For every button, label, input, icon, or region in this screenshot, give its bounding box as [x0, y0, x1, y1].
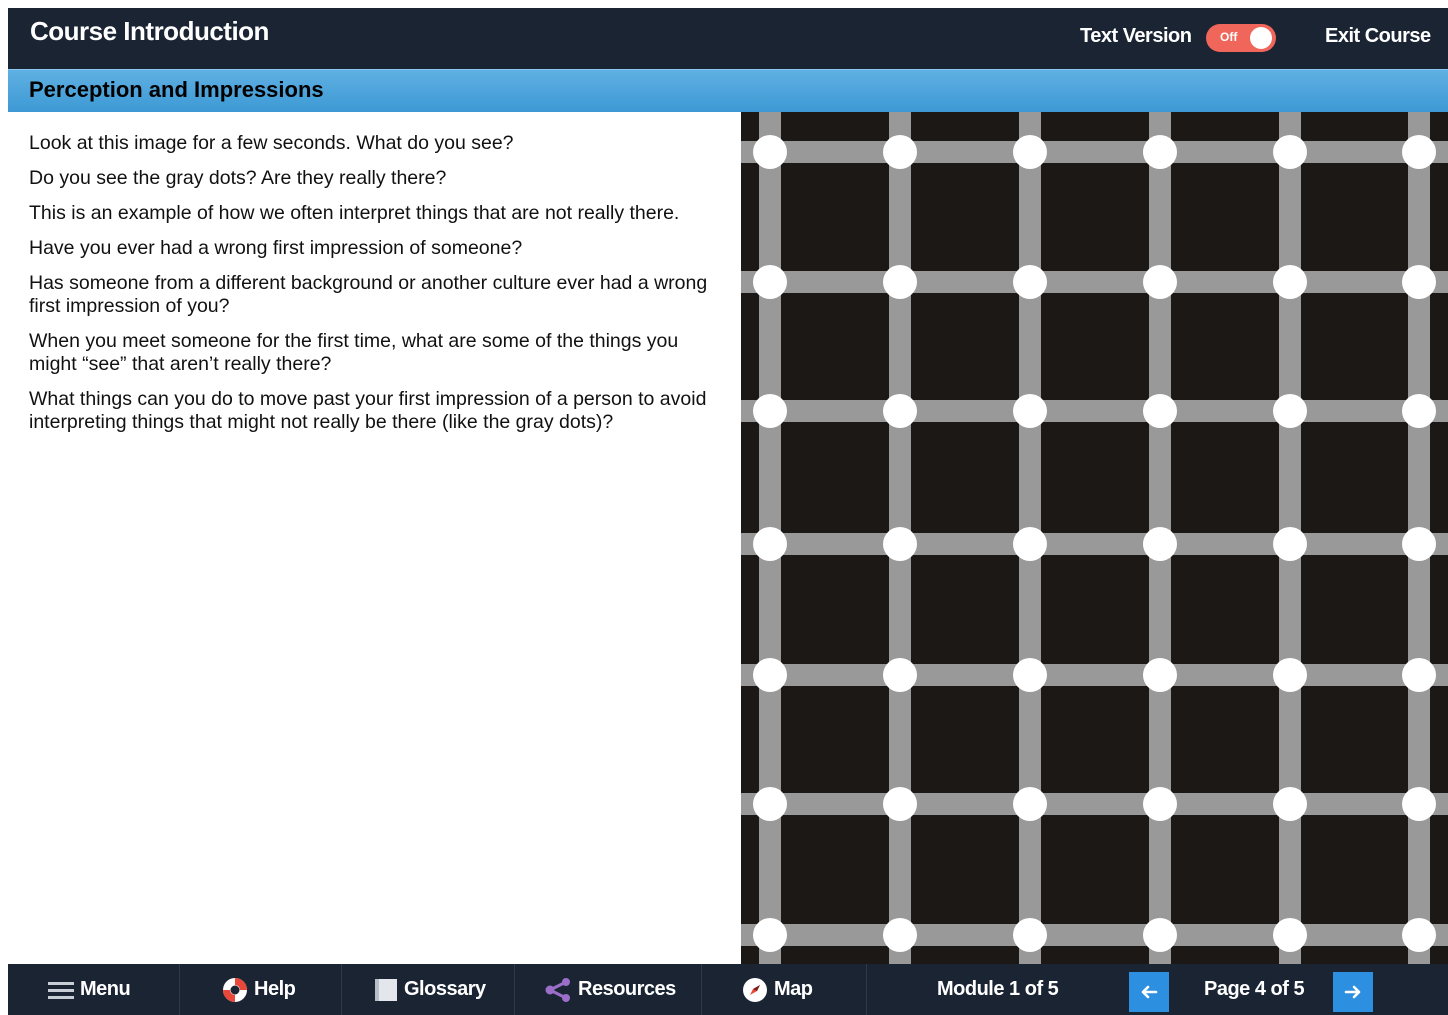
grid-dot — [753, 787, 787, 821]
grid-dot — [753, 527, 787, 561]
help-button[interactable]: Help — [222, 964, 296, 1015]
grid-dot — [1273, 527, 1307, 561]
grid-dot — [1013, 394, 1047, 428]
grid-dot — [1273, 265, 1307, 299]
grid-dot — [753, 265, 787, 299]
grid-dot — [1402, 527, 1436, 561]
next-page-button[interactable] — [1333, 972, 1373, 1012]
grid-dot — [1273, 787, 1307, 821]
footer-divider — [866, 964, 867, 1015]
page-title-bar: Perception and Impressions — [8, 69, 1448, 112]
page-status: Page 4 of 5 — [1204, 978, 1305, 1000]
grid-dot — [1143, 135, 1177, 169]
compass-icon — [742, 977, 768, 1003]
grid-dot — [1013, 135, 1047, 169]
paragraph: This is an example of how we often inter… — [29, 202, 680, 224]
paragraph: Do you see the gray dots? Are they reall… — [29, 167, 447, 189]
toggle-state-label: Off — [1220, 30, 1238, 44]
content-text: Look at this image for a few seconds. Wh… — [29, 132, 729, 446]
grid-dot — [883, 135, 917, 169]
glossary-button[interactable]: Glossary — [374, 964, 486, 1015]
resources-label: Resources — [578, 978, 676, 1000]
grid-dot — [1402, 394, 1436, 428]
grid-dot — [883, 787, 917, 821]
grid-dot — [1273, 918, 1307, 952]
grid-dot — [1013, 658, 1047, 692]
grid-dot — [1273, 135, 1307, 169]
menu-button[interactable]: Menu — [48, 964, 131, 1015]
grid-dot — [753, 394, 787, 428]
grid-dot — [1143, 527, 1177, 561]
help-label: Help — [254, 978, 296, 1000]
text-version-label: Text Version — [1080, 25, 1192, 47]
grid-horizontal-line — [741, 924, 1448, 946]
grid-dot — [883, 658, 917, 692]
grid-dot — [883, 265, 917, 299]
course-player: Course Introduction Text Version Off Exi… — [8, 8, 1448, 1015]
module-status: Module 1 of 5 — [937, 978, 1059, 1000]
grid-dot — [1013, 527, 1047, 561]
footer-divider — [341, 964, 342, 1015]
exit-course-button[interactable]: Exit Course — [1325, 25, 1431, 48]
grid-dot — [753, 135, 787, 169]
paragraph: What things can you do to move past your… — [29, 388, 707, 433]
grid-dot — [883, 394, 917, 428]
grid-dot — [1402, 918, 1436, 952]
book-icon — [374, 978, 398, 1002]
lifebuoy-icon — [222, 977, 248, 1003]
grid-dot — [1143, 658, 1177, 692]
map-label: Map — [774, 978, 813, 1000]
paragraph: When you meet someone for the first time… — [29, 330, 679, 375]
grid-dot — [1143, 265, 1177, 299]
resources-button[interactable]: Resources — [544, 964, 676, 1015]
previous-page-button[interactable] — [1129, 972, 1169, 1012]
grid-horizontal-line — [741, 664, 1448, 686]
grid-dot — [1273, 658, 1307, 692]
grid-horizontal-line — [741, 271, 1448, 293]
grid-dot — [753, 918, 787, 952]
arrow-left-icon — [1141, 985, 1158, 999]
footer-divider — [514, 964, 515, 1015]
glossary-label: Glossary — [404, 978, 486, 1000]
grid-horizontal-line — [741, 793, 1448, 815]
grid-dot — [1402, 658, 1436, 692]
text-version-toggle[interactable]: Off — [1206, 24, 1276, 52]
page-title: Perception and Impressions — [29, 77, 324, 102]
grid-dot — [883, 918, 917, 952]
course-title: Course Introduction — [30, 16, 269, 46]
grid-horizontal-line — [741, 141, 1448, 163]
map-button[interactable]: Map — [742, 964, 813, 1015]
grid-dot — [753, 658, 787, 692]
footer-divider — [701, 964, 702, 1015]
hamburger-icon — [48, 981, 74, 999]
share-icon — [544, 977, 572, 1002]
grid-dot — [1143, 394, 1177, 428]
grid-dot — [1402, 265, 1436, 299]
footer-divider — [179, 964, 180, 1015]
grid-dot — [1143, 787, 1177, 821]
paragraph: Have you ever had a wrong first impressi… — [29, 237, 523, 259]
grid-dot — [1013, 787, 1047, 821]
paragraph: Look at this image for a few seconds. Wh… — [29, 132, 514, 154]
toggle-knob — [1250, 27, 1272, 49]
grid-dot — [1273, 394, 1307, 428]
menu-label: Menu — [80, 978, 131, 1000]
grid-dot — [1143, 918, 1177, 952]
grid-dot — [1013, 918, 1047, 952]
paragraph: Has someone from a different background … — [29, 272, 708, 317]
grid-dot — [1013, 265, 1047, 299]
grid-horizontal-line — [741, 533, 1448, 555]
grid-horizontal-line — [741, 400, 1448, 422]
header-bar: Course Introduction Text Version Off Exi… — [8, 8, 1448, 69]
footer-bar: Menu Help Glossary Resources Map Module … — [8, 964, 1448, 1015]
grid-dot — [883, 527, 917, 561]
grid-dot — [1402, 787, 1436, 821]
arrow-right-icon — [1344, 985, 1361, 999]
grid-illusion-image — [741, 112, 1448, 964]
grid-dot — [1402, 135, 1436, 169]
